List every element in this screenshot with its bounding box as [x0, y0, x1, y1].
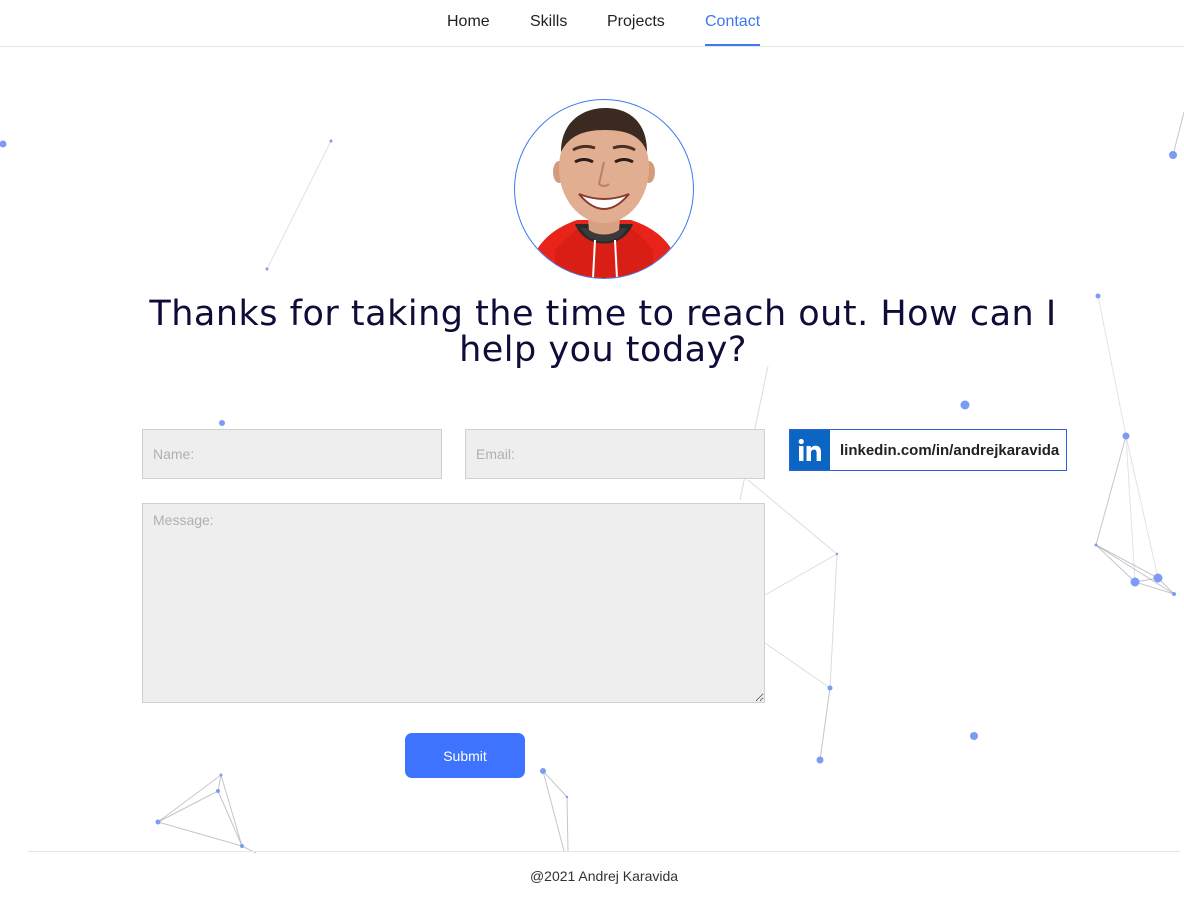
footer-divider	[28, 851, 1180, 852]
active-tab-indicator	[705, 44, 760, 46]
linkedin-icon	[790, 430, 830, 470]
name-input[interactable]	[142, 429, 442, 479]
linkedin-link[interactable]: linkedin.com/in/andrejkaravida	[789, 429, 1067, 471]
submit-button[interactable]: Submit	[405, 733, 525, 778]
top-navbar: Home Skills Projects Contact	[0, 0, 1184, 47]
nav-skills-link[interactable]: Skills	[530, 13, 567, 31]
nav-projects-link[interactable]: Projects	[607, 13, 665, 31]
message-textarea[interactable]	[142, 503, 765, 703]
page-headline: Thanks for taking the time to reach out.…	[149, 294, 1057, 370]
nav-home-link[interactable]: Home	[447, 13, 490, 31]
linkedin-label: linkedin.com/in/andrejkaravida	[840, 441, 1060, 459]
email-input[interactable]	[465, 429, 765, 479]
profile-avatar	[514, 99, 694, 279]
footer-copyright: @2021 Andrej Karavida	[529, 868, 679, 884]
nav-contact-link[interactable]: Contact	[705, 13, 760, 31]
